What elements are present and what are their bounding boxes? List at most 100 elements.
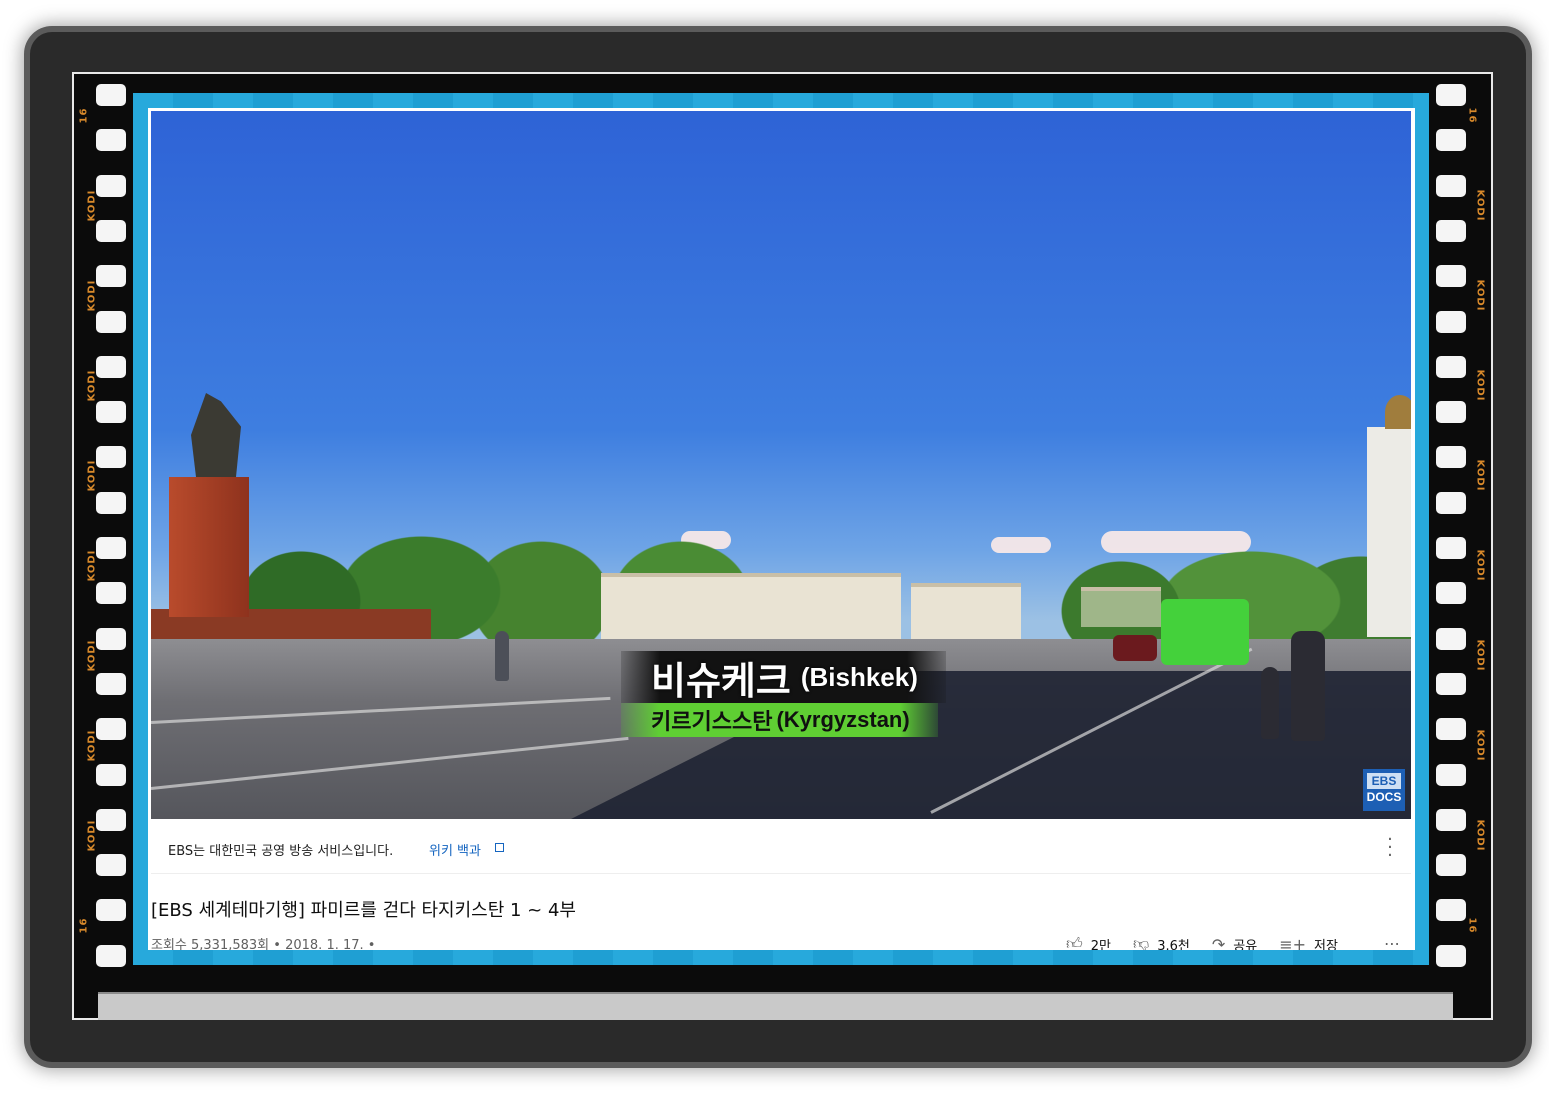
sprocket-hole — [96, 627, 126, 650]
film-edge-code: KODI — [86, 819, 98, 852]
caption-country-korean: 키르기스스탄 — [651, 710, 773, 735]
sprocket-hole — [96, 446, 126, 469]
sprocket-hole — [1436, 582, 1466, 605]
share-icon: ↷ — [1211, 934, 1226, 951]
film-edge-code: KODI — [1474, 729, 1486, 762]
share-label: 공유 — [1233, 938, 1258, 951]
sprocket-hole — [1436, 672, 1466, 695]
car — [1113, 635, 1157, 661]
sprocket-hole — [1436, 310, 1466, 333]
video-title: [EBS 세계테마기행] 파미르를 걷다 타지키스탄 1 ~ 4부 — [151, 900, 576, 921]
sprocket-hole — [96, 401, 126, 424]
video-meta: 조회수 5,331,583회 • 2018. 1. 17. • — [151, 934, 375, 950]
sprocket-hole — [1436, 854, 1466, 877]
white-building — [911, 583, 1021, 647]
sprocket-hole — [96, 491, 126, 514]
thumbs-down-icon: 👎︎ — [1132, 934, 1150, 950]
sprocket-hole — [1436, 129, 1466, 152]
film-edge-code: KODI — [1474, 549, 1486, 582]
sprocket-hole — [96, 537, 126, 559]
pedestrian-child — [1261, 667, 1279, 739]
video-player[interactable]: 비슈케크 (Bishkek) 키르기스스탄 (Kyrgyzstan) EBS D… — [151, 111, 1411, 819]
dome — [1385, 395, 1411, 429]
sprocket-hole — [96, 582, 126, 605]
film-edge-code: KODI — [1474, 189, 1486, 222]
info-text: EBS는 대한민국 공영 방송 서비스입니다. — [168, 844, 394, 859]
sprocket-hole — [96, 355, 126, 378]
sprocket-hole — [1436, 174, 1466, 197]
film-edge-code: KODI — [1474, 369, 1486, 402]
meta-separator: • — [273, 938, 281, 950]
sprocket-hole — [96, 718, 126, 741]
caption-country-english: (Kyrgyzstan) — [776, 707, 910, 732]
info-panel: EBS는 대한민국 공영 방송 서비스입니다. 위키 백과 · · · — [151, 824, 1411, 874]
sprocket-hole — [1436, 84, 1466, 106]
monument-pedestal — [169, 477, 249, 617]
sprocket-hole — [1436, 355, 1466, 378]
film-edge-code: 16 — [1466, 917, 1478, 934]
sprocket-hole — [96, 854, 126, 877]
sprocket-hole — [96, 174, 126, 197]
sprocket-hole — [1436, 944, 1466, 967]
like-count: 2만 — [1090, 938, 1111, 951]
wiki-link[interactable]: 위키 백과 — [429, 840, 481, 859]
film-bottom-bar — [98, 992, 1453, 1020]
more-horiz-icon[interactable]: ⋯ — [1384, 934, 1400, 950]
film-edge-code: 16 — [1466, 107, 1478, 124]
film-edge-code: 16 — [78, 107, 90, 124]
logo-bottom-text: DOCS — [1366, 790, 1402, 804]
film-strip-right: 16 KODI KODI KODI KODI KODI KODI KODI KODI 16 — [1420, 74, 1486, 986]
sprocket-hole — [96, 899, 126, 922]
film-edge-code: 16 — [78, 917, 90, 934]
save-label: 저장 — [1314, 938, 1338, 951]
film-edge-code: KODI — [86, 279, 98, 312]
youtube-screen: 비슈케크 (Bishkek) 키르기스스탄 (Kyrgyzstan) EBS D… — [148, 108, 1415, 950]
more-vert-icon[interactable]: · · · — [1387, 831, 1393, 865]
share-button[interactable]: ↷ 공유 — [1211, 934, 1258, 951]
like-button[interactable]: 👍︎ 2만 — [1066, 934, 1111, 950]
sprocket-hole — [96, 129, 126, 152]
sprocket-hole — [1436, 491, 1466, 514]
sprocket-hole — [1436, 401, 1466, 424]
sprocket-hole — [96, 219, 126, 242]
dislike-count: 3.6천 — [1157, 938, 1190, 951]
film-edge-code: KODI — [1474, 279, 1486, 312]
ebs-docs-logo: EBS DOCS — [1363, 769, 1405, 811]
right-building — [1367, 427, 1411, 637]
film-edge-code: KODI — [86, 369, 98, 402]
green-bus — [1161, 599, 1249, 665]
sprocket-hole — [96, 763, 126, 786]
sprocket-hole — [96, 944, 126, 967]
film-edge-code: KODI — [86, 459, 98, 492]
logo-top-text: EBS — [1367, 773, 1401, 789]
sprocket-hole — [1436, 446, 1466, 469]
film-edge-code: KODI — [86, 639, 98, 672]
sprocket-hole — [96, 310, 126, 333]
external-link-icon[interactable] — [495, 843, 504, 852]
pedestrian — [1291, 631, 1325, 741]
white-building — [601, 573, 901, 647]
caption-city-korean: 비슈케크 — [651, 658, 791, 703]
location-caption: 비슈케크 (Bishkek) — [621, 651, 946, 703]
dislike-button[interactable]: 👎︎ 3.6천 — [1133, 934, 1190, 950]
sprocket-hole — [1436, 763, 1466, 786]
caption-city-english: (Bishkek) — [800, 661, 918, 692]
film-edge-code: KODI — [1474, 639, 1486, 672]
sprocket-hole — [1436, 265, 1466, 288]
film-edge-code: KODI — [86, 729, 98, 762]
equestrian-statue — [191, 393, 241, 477]
view-count: 조회수 5,331,583회 — [151, 938, 270, 950]
film-edge-code: KODI — [86, 189, 98, 222]
sprocket-hole — [1436, 627, 1466, 650]
save-button[interactable]: ≡+ 저장 — [1279, 934, 1338, 951]
sprocket-hole — [96, 672, 126, 695]
sprocket-hole — [96, 265, 126, 288]
film-edge-code: KODI — [86, 549, 98, 582]
film-strip-left: 16 KODI KODI KODI KODI KODI KODI KODI KODI 16 — [78, 74, 140, 986]
sprocket-hole — [1436, 808, 1466, 831]
sprocket-hole — [1436, 718, 1466, 741]
thumbs-up-icon: 👍︎ — [1066, 934, 1083, 950]
sprocket-hole — [1436, 899, 1466, 922]
sprocket-hole — [1436, 537, 1466, 559]
meta-separator: • — [367, 938, 376, 950]
